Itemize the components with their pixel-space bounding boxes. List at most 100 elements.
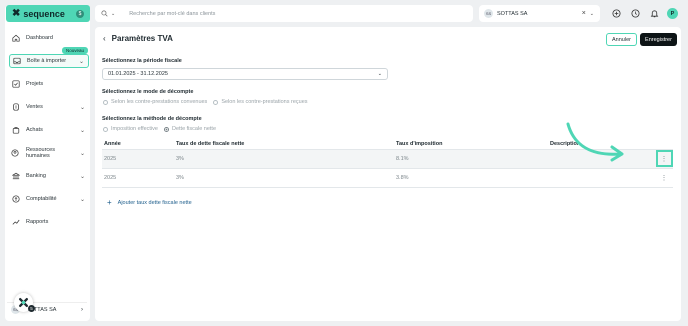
user-avatar[interactable]: P bbox=[667, 8, 678, 19]
row-actions: ⋮ bbox=[653, 168, 673, 188]
sidebar-item-label: Dashboard bbox=[26, 35, 53, 41]
period-select[interactable]: 01.01.2025 - 31.12.2025 ⌄ bbox=[102, 68, 388, 80]
sidebar-item-label: Projets bbox=[26, 81, 44, 87]
company-avatar: SS bbox=[484, 9, 493, 18]
inbox-icon bbox=[12, 57, 21, 66]
method-label: Sélectionnez la méthode de décompte bbox=[102, 116, 202, 122]
plus-icon: + bbox=[107, 198, 112, 207]
table-row[interactable]: 2025 3% 3.8% ⋮ bbox=[102, 168, 673, 188]
sidebar: ✖ sequence $ Dashboard Boîte à importer … bbox=[5, 5, 90, 321]
more-options-icon[interactable]: ⋮ bbox=[655, 150, 673, 167]
coin-icon bbox=[11, 103, 20, 112]
sidebar-item-accounting[interactable]: Comptabilité ⌄ bbox=[9, 192, 89, 206]
column-header-tax-rate: Taux d'imposition bbox=[394, 139, 548, 150]
radio-button-selected[interactable] bbox=[163, 126, 169, 132]
brand-name: sequence bbox=[23, 8, 65, 19]
chevron-down-icon: ⌄ bbox=[377, 71, 382, 77]
bank-icon bbox=[11, 172, 20, 181]
sidebar-item-label: Banking bbox=[26, 173, 46, 179]
sidebar-item-dashboard[interactable]: Dashboard bbox=[9, 31, 89, 45]
cell-tax-rate: 3.8% bbox=[394, 168, 548, 188]
new-badge: Nouveau bbox=[62, 47, 89, 54]
mode-label: Sélectionnez le mode de décompte bbox=[102, 89, 194, 95]
mode-option-received[interactable]: Selon les contre-prestations reçues bbox=[213, 99, 308, 105]
chevron-down-icon: ⌄ bbox=[78, 58, 84, 65]
sidebar-item-label: Boîte à importer bbox=[27, 58, 67, 64]
sequence-logo-icon: ✖ bbox=[12, 8, 21, 19]
method-radio-group: Imposition effective Dette fiscale nette bbox=[103, 126, 222, 132]
main-panel: ‹ Paramètres TVA Annuler Enregistrer Sél… bbox=[95, 27, 681, 321]
period-select-value: 01.01.2025 - 31.12.2025 bbox=[108, 71, 168, 77]
method-option-effective[interactable]: Imposition effective bbox=[103, 126, 158, 132]
add-net-rate-link[interactable]: + Ajouter taux dette fiscale nette bbox=[107, 198, 192, 207]
radio-button[interactable] bbox=[103, 126, 108, 132]
sidebar-item-sales[interactable]: Ventes ⌄ bbox=[9, 100, 89, 114]
cell-year: 2025 bbox=[102, 168, 174, 188]
cancel-button[interactable]: Annuler bbox=[606, 33, 637, 46]
cell-year: 2025 bbox=[102, 149, 174, 169]
search-placeholder: Recherche par mot-clé dans clients bbox=[129, 10, 216, 17]
cell-tax-rate: 8.1% bbox=[394, 149, 548, 169]
clear-icon[interactable]: × bbox=[582, 10, 586, 17]
radio-button[interactable] bbox=[103, 99, 108, 105]
mode-option-label: Selon les contre-prestations convenues bbox=[111, 99, 208, 105]
chevron-down-icon: ⌄ bbox=[79, 150, 85, 157]
chevron-right-icon: › bbox=[81, 306, 83, 313]
people-icon bbox=[11, 149, 20, 158]
method-option-net-debt[interactable]: Dette fiscale nette bbox=[163, 126, 217, 132]
brand-logo[interactable]: ✖ sequence $ bbox=[6, 5, 90, 22]
add-net-rate-label: Ajouter taux dette fiscale nette bbox=[117, 199, 192, 206]
home-icon bbox=[11, 34, 20, 43]
mode-radio-group: Selon les contre-prestations convenues S… bbox=[103, 99, 314, 105]
sidebar-item-label: Rapports bbox=[26, 219, 49, 225]
page-header: ‹ Paramètres TVA bbox=[103, 34, 173, 43]
sidebar-item-label: Achats bbox=[26, 127, 43, 133]
mode-option-agreed[interactable]: Selon les contre-prestations convenues bbox=[103, 99, 207, 105]
calculator-icon bbox=[11, 195, 20, 204]
back-arrow-icon[interactable]: ‹ bbox=[103, 34, 106, 43]
period-label: Sélectionnez la période fiscale bbox=[102, 58, 182, 64]
chevron-down-icon: ⌄ bbox=[79, 173, 85, 180]
currency-badge[interactable]: $ bbox=[76, 9, 84, 18]
row-actions: ⋮ bbox=[653, 149, 673, 169]
column-header-net-rate: Taux de dette fiscale nette bbox=[174, 139, 394, 150]
more-options-icon[interactable]: ⋮ bbox=[661, 175, 668, 182]
sidebar-item-label: Ventes bbox=[26, 104, 43, 110]
mode-option-label: Selon les contre-prestations reçues bbox=[221, 99, 308, 105]
page-title: Paramètres TVA bbox=[111, 34, 173, 43]
chevron-down-icon: ⌄ bbox=[79, 127, 85, 134]
method-option-label: Imposition effective bbox=[111, 126, 158, 132]
company-select-value: SOTTAS SA bbox=[497, 10, 528, 17]
chart-icon bbox=[11, 218, 20, 227]
bell-icon[interactable] bbox=[649, 8, 659, 18]
check-square-icon bbox=[11, 80, 20, 89]
sidebar-item-purchases[interactable]: Achats ⌄ bbox=[9, 123, 89, 137]
chevron-down-icon: ⌄ bbox=[79, 196, 85, 203]
sidebar-item-reports[interactable]: Rapports bbox=[9, 215, 89, 229]
column-header-actions bbox=[653, 139, 673, 150]
sidebar-item-label: Comptabilité bbox=[26, 196, 57, 202]
save-button[interactable]: Enregistrer bbox=[640, 33, 677, 46]
add-circle-icon[interactable] bbox=[611, 8, 621, 18]
radio-button[interactable] bbox=[213, 99, 219, 105]
chevron-down-icon[interactable]: ⌄ bbox=[590, 11, 594, 17]
cell-net-rate: 3% bbox=[174, 168, 394, 188]
sidebar-item-hr[interactable]: Ressources humaines ⌄ bbox=[9, 146, 89, 160]
sidebar-item-label: Ressources humaines bbox=[25, 147, 55, 159]
method-option-label: Dette fiscale nette bbox=[171, 126, 217, 132]
column-header-year: Année bbox=[102, 139, 174, 150]
chevron-down-icon[interactable]: ⌄ bbox=[111, 11, 115, 17]
sidebar-item-banking[interactable]: Banking ⌄ bbox=[9, 169, 89, 183]
help-icon[interactable] bbox=[630, 8, 640, 18]
annotation-arrow-icon bbox=[566, 122, 624, 162]
notification-count-badge: 5 bbox=[28, 305, 35, 312]
company-select[interactable]: SS SOTTAS SA × ⌄ bbox=[479, 5, 600, 22]
search-input[interactable]: ⌄ Recherche par mot-clé dans clients bbox=[95, 5, 473, 22]
search-icon bbox=[101, 10, 108, 17]
chevron-down-icon: ⌄ bbox=[79, 104, 85, 111]
cell-net-rate: 3% bbox=[174, 149, 394, 169]
sidebar-item-inbox[interactable]: Boîte à importer ⌄ bbox=[9, 54, 89, 68]
sidebar-item-projects[interactable]: Projets bbox=[9, 77, 89, 91]
bag-icon bbox=[11, 126, 20, 135]
cell-description bbox=[548, 168, 653, 188]
